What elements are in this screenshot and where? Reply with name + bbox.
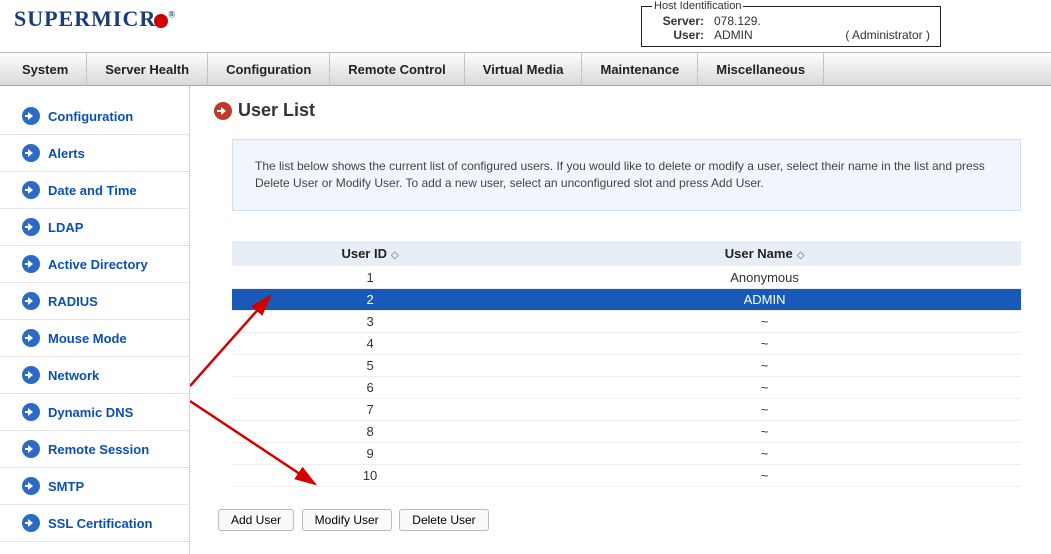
help-text: The list below shows the current list of… xyxy=(232,139,1021,211)
sidebar-item-network[interactable]: Network xyxy=(0,357,189,394)
cell-username: ~ xyxy=(508,354,1021,376)
arrow-right-icon xyxy=(214,102,232,120)
sidebar-item-date-and-time[interactable]: Date and Time xyxy=(0,172,189,209)
col-header-userid[interactable]: User ID◇ xyxy=(232,241,508,267)
sidebar-item-radius[interactable]: RADIUS xyxy=(0,283,189,320)
arrow-right-icon xyxy=(22,477,40,495)
cell-userid: 10 xyxy=(232,464,508,486)
table-row[interactable]: 9~ xyxy=(232,442,1021,464)
arrow-right-icon xyxy=(22,292,40,310)
delete-user-button[interactable]: Delete User xyxy=(399,509,488,531)
sidebar-item-active-directory[interactable]: Active Directory xyxy=(0,246,189,283)
server-value: 078.129. xyxy=(708,14,930,28)
table-row[interactable]: 2ADMIN xyxy=(232,288,1021,310)
arrow-right-icon xyxy=(22,403,40,421)
sidebar-item-ssl-certification[interactable]: SSL Certification xyxy=(0,505,189,542)
sidebar-item-label: SMTP xyxy=(48,479,84,494)
sidebar-item-label: Network xyxy=(48,368,99,383)
cell-username: ~ xyxy=(508,464,1021,486)
sidebar-item-remote-session[interactable]: Remote Session xyxy=(0,431,189,468)
sidebar-item-label: Mouse Mode xyxy=(48,331,127,346)
add-user-button[interactable]: Add User xyxy=(218,509,294,531)
table-row[interactable]: 4~ xyxy=(232,332,1021,354)
cell-username: Anonymous xyxy=(508,266,1021,288)
arrow-right-icon xyxy=(22,366,40,384)
arrow-right-icon xyxy=(22,181,40,199)
menu-item-miscellaneous[interactable]: Miscellaneous xyxy=(698,53,824,85)
table-row[interactable]: 1Anonymous xyxy=(232,266,1021,288)
cell-username: ~ xyxy=(508,332,1021,354)
menu-item-maintenance[interactable]: Maintenance xyxy=(582,53,698,85)
sidebar-item-dynamic-dns[interactable]: Dynamic DNS xyxy=(0,394,189,431)
user-value: ADMIN xyxy=(708,28,825,42)
host-identification-box: Host Identification Server: 078.129. Use… xyxy=(641,0,941,47)
modify-user-button[interactable]: Modify User xyxy=(302,509,392,531)
user-role: ( Administrator ) xyxy=(825,28,930,42)
server-label: Server: xyxy=(652,14,708,28)
table-row[interactable]: 3~ xyxy=(232,310,1021,332)
cell-userid: 3 xyxy=(232,310,508,332)
sidebar-item-label: SSL Certification xyxy=(48,516,153,531)
user-table: User ID◇ User Name◇ 1Anonymous2ADMIN3~4~… xyxy=(232,241,1021,487)
cell-userid: 4 xyxy=(232,332,508,354)
col-header-username[interactable]: User Name◇ xyxy=(508,241,1021,267)
brand-dot-icon xyxy=(154,14,168,28)
menu-item-remote-control[interactable]: Remote Control xyxy=(330,53,465,85)
sidebar-item-label: Date and Time xyxy=(48,183,137,198)
host-id-legend: Host Identification xyxy=(652,0,743,12)
sidebar-item-label: Remote Session xyxy=(48,442,149,457)
cell-userid: 7 xyxy=(232,398,508,420)
menu-item-virtual-media[interactable]: Virtual Media xyxy=(465,53,583,85)
sort-icon: ◇ xyxy=(387,250,399,261)
table-row[interactable]: 8~ xyxy=(232,420,1021,442)
sidebar-item-alerts[interactable]: Alerts xyxy=(0,135,189,172)
sidebar-item-mouse-mode[interactable]: Mouse Mode xyxy=(0,320,189,357)
arrow-right-icon xyxy=(22,440,40,458)
cell-userid: 6 xyxy=(232,376,508,398)
menu-item-system[interactable]: System xyxy=(0,53,87,85)
arrow-right-icon xyxy=(22,329,40,347)
page-title: User List xyxy=(214,100,1021,121)
page-title-text: User List xyxy=(238,100,315,121)
arrow-right-icon xyxy=(22,255,40,273)
cell-username: ADMIN xyxy=(508,288,1021,310)
sidebar-item-label: LDAP xyxy=(48,220,83,235)
cell-userid: 5 xyxy=(232,354,508,376)
cell-userid: 1 xyxy=(232,266,508,288)
user-label: User: xyxy=(652,28,708,42)
sort-icon: ◇ xyxy=(793,250,805,261)
sidebar-item-label: Alerts xyxy=(48,146,85,161)
cell-username: ~ xyxy=(508,398,1021,420)
arrow-right-icon xyxy=(22,218,40,236)
sidebar-item-smtp[interactable]: SMTP xyxy=(0,468,189,505)
table-row[interactable]: 10~ xyxy=(232,464,1021,486)
menu-item-server-health[interactable]: Server Health xyxy=(87,53,208,85)
sidebar-item-configuration[interactable]: Configuration xyxy=(0,98,189,135)
sidebar-item-label: Active Directory xyxy=(48,257,148,272)
arrow-right-icon xyxy=(22,514,40,532)
sidebar-item-ldap[interactable]: LDAP xyxy=(0,209,189,246)
main-menubar: SystemServer HealthConfigurationRemote C… xyxy=(0,52,1051,86)
sidebar-item-label: Dynamic DNS xyxy=(48,405,133,420)
table-row[interactable]: 7~ xyxy=(232,398,1021,420)
cell-username: ~ xyxy=(508,376,1021,398)
table-row[interactable]: 5~ xyxy=(232,354,1021,376)
cell-userid: 9 xyxy=(232,442,508,464)
menu-item-configuration[interactable]: Configuration xyxy=(208,53,330,85)
cell-username: ~ xyxy=(508,442,1021,464)
table-row[interactable]: 6~ xyxy=(232,376,1021,398)
sidebar-item-label: RADIUS xyxy=(48,294,98,309)
cell-username: ~ xyxy=(508,420,1021,442)
sidebar: Configuration Alerts Date and Time LDAP Acti… xyxy=(0,86,190,554)
brand-logo: SUPERMICR® xyxy=(14,6,176,32)
cell-userid: 2 xyxy=(232,288,508,310)
arrow-right-icon xyxy=(22,107,40,125)
arrow-right-icon xyxy=(22,144,40,162)
cell-userid: 8 xyxy=(232,420,508,442)
cell-username: ~ xyxy=(508,310,1021,332)
sidebar-item-label: Configuration xyxy=(48,109,133,124)
